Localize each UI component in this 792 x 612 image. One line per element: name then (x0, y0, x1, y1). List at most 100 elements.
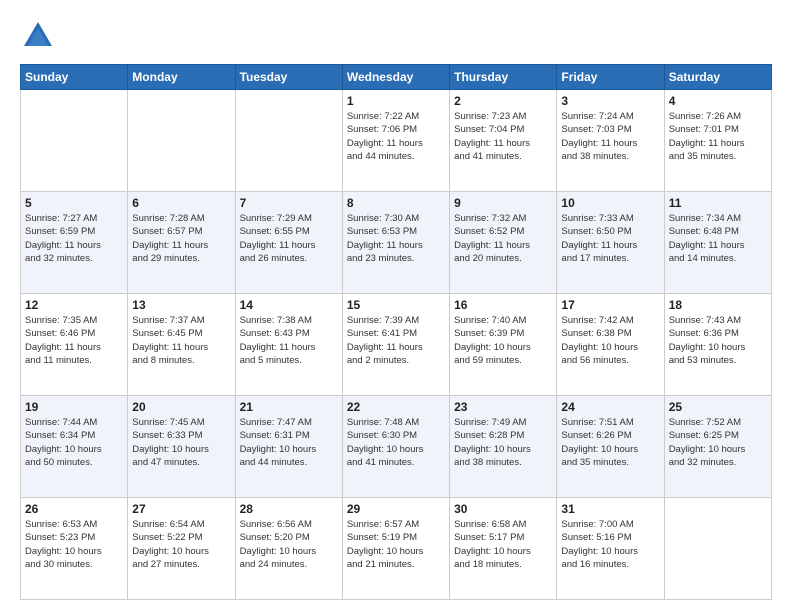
calendar-cell: 31 Sunrise: 7:00 AM Sunset: 5:16 PM Dayli… (557, 498, 664, 600)
day-number: 26 (25, 502, 123, 516)
calendar-cell: 26 Sunrise: 6:53 AM Sunset: 5:23 PM Dayli… (21, 498, 128, 600)
calendar-cell: 12 Sunrise: 7:35 AM Sunset: 6:46 PM Dayli… (21, 294, 128, 396)
day-info: Sunrise: 7:34 AM Sunset: 6:48 PM Dayligh… (669, 212, 767, 265)
day-number: 6 (132, 196, 230, 210)
day-info: Sunrise: 7:44 AM Sunset: 6:34 PM Dayligh… (25, 416, 123, 469)
day-info: Sunrise: 7:26 AM Sunset: 7:01 PM Dayligh… (669, 110, 767, 163)
day-info: Sunrise: 7:28 AM Sunset: 6:57 PM Dayligh… (132, 212, 230, 265)
day-number: 16 (454, 298, 552, 312)
day-info: Sunrise: 7:42 AM Sunset: 6:38 PM Dayligh… (561, 314, 659, 367)
calendar-cell: 25Sunrise: 7:52 AM Sunset: 6:25 PM Dayli… (664, 396, 771, 498)
calendar-cell: 7 Sunrise: 7:29 AM Sunset: 6:55 PM Daylig… (235, 192, 342, 294)
calendar-cell: 11 Sunrise: 7:34 AM Sunset: 6:48 PM Dayli… (664, 192, 771, 294)
day-number: 8 (347, 196, 445, 210)
calendar-cell: 23 Sunrise: 7:49 AM Sunset: 6:28 PM Dayli… (450, 396, 557, 498)
day-number: 10 (561, 196, 659, 210)
calendar-header: SundayMondayTuesdayWednesdayThursdayFrid… (21, 65, 772, 90)
day-info: Sunrise: 7:38 AM Sunset: 6:43 PM Dayligh… (240, 314, 338, 367)
calendar-cell: 20 Sunrise: 7:45 AM Sunset: 6:33 PM Dayli… (128, 396, 235, 498)
day-number: 18 (669, 298, 767, 312)
calendar-cell: 15Sunrise: 7:39 AM Sunset: 6:41 PM Dayli… (342, 294, 449, 396)
day-number: 2 (454, 94, 552, 108)
day-info: Sunrise: 6:56 AM Sunset: 5:20 PM Dayligh… (240, 518, 338, 571)
day-info: Sunrise: 7:24 AM Sunset: 7:03 PM Dayligh… (561, 110, 659, 163)
day-info: Sunrise: 7:29 AM Sunset: 6:55 PM Dayligh… (240, 212, 338, 265)
calendar-cell: 17 Sunrise: 7:42 AM Sunset: 6:38 PM Dayli… (557, 294, 664, 396)
calendar-cell: 10Sunrise: 7:33 AM Sunset: 6:50 PM Dayli… (557, 192, 664, 294)
logo-icon (20, 18, 56, 54)
day-number: 17 (561, 298, 659, 312)
calendar-cell: 4 Sunrise: 7:26 AM Sunset: 7:01 PM Daylig… (664, 90, 771, 192)
day-info: Sunrise: 7:47 AM Sunset: 6:31 PM Dayligh… (240, 416, 338, 469)
day-number: 3 (561, 94, 659, 108)
calendar-week-row: 1 Sunrise: 7:22 AM Sunset: 7:06 PM Daylig… (21, 90, 772, 192)
day-number: 25 (669, 400, 767, 414)
day-info: Sunrise: 7:43 AM Sunset: 6:36 PM Dayligh… (669, 314, 767, 367)
day-number: 13 (132, 298, 230, 312)
header-day: Wednesday (342, 65, 449, 90)
day-info: Sunrise: 6:58 AM Sunset: 5:17 PM Dayligh… (454, 518, 552, 571)
day-info: Sunrise: 7:37 AM Sunset: 6:45 PM Dayligh… (132, 314, 230, 367)
day-number: 4 (669, 94, 767, 108)
day-number: 23 (454, 400, 552, 414)
page: SundayMondayTuesdayWednesdayThursdayFrid… (0, 0, 792, 612)
day-number: 5 (25, 196, 123, 210)
calendar-cell: 9 Sunrise: 7:32 AM Sunset: 6:52 PM Daylig… (450, 192, 557, 294)
calendar-cell: 13 Sunrise: 7:37 AM Sunset: 6:45 PM Dayli… (128, 294, 235, 396)
calendar-cell: 27 Sunrise: 6:54 AM Sunset: 5:22 PM Dayli… (128, 498, 235, 600)
calendar-cell (128, 90, 235, 192)
day-number: 12 (25, 298, 123, 312)
day-info: Sunrise: 7:30 AM Sunset: 6:53 PM Dayligh… (347, 212, 445, 265)
calendar-week-row: 12 Sunrise: 7:35 AM Sunset: 6:46 PM Dayli… (21, 294, 772, 396)
calendar-cell (235, 90, 342, 192)
calendar-cell (664, 498, 771, 600)
header (20, 18, 772, 54)
calendar-cell: 6 Sunrise: 7:28 AM Sunset: 6:57 PM Daylig… (128, 192, 235, 294)
calendar-week-row: 19 Sunrise: 7:44 AM Sunset: 6:34 PM Dayli… (21, 396, 772, 498)
calendar-cell: 22 Sunrise: 7:48 AM Sunset: 6:30 PM Dayli… (342, 396, 449, 498)
day-number: 7 (240, 196, 338, 210)
day-info: Sunrise: 7:00 AM Sunset: 5:16 PM Dayligh… (561, 518, 659, 571)
day-number: 20 (132, 400, 230, 414)
calendar-week-row: 26 Sunrise: 6:53 AM Sunset: 5:23 PM Dayli… (21, 498, 772, 600)
calendar-body: 1 Sunrise: 7:22 AM Sunset: 7:06 PM Daylig… (21, 90, 772, 600)
day-info: Sunrise: 6:54 AM Sunset: 5:22 PM Dayligh… (132, 518, 230, 571)
calendar-cell: 5Sunrise: 7:27 AM Sunset: 6:59 PM Daylig… (21, 192, 128, 294)
calendar-cell: 29Sunrise: 6:57 AM Sunset: 5:19 PM Dayli… (342, 498, 449, 600)
day-number: 19 (25, 400, 123, 414)
header-day: Tuesday (235, 65, 342, 90)
calendar-cell: 3 Sunrise: 7:24 AM Sunset: 7:03 PM Daylig… (557, 90, 664, 192)
day-info: Sunrise: 7:45 AM Sunset: 6:33 PM Dayligh… (132, 416, 230, 469)
day-info: Sunrise: 6:57 AM Sunset: 5:19 PM Dayligh… (347, 518, 445, 571)
day-number: 28 (240, 502, 338, 516)
calendar-cell: 30Sunrise: 6:58 AM Sunset: 5:17 PM Dayli… (450, 498, 557, 600)
day-number: 22 (347, 400, 445, 414)
day-info: Sunrise: 7:49 AM Sunset: 6:28 PM Dayligh… (454, 416, 552, 469)
day-number: 21 (240, 400, 338, 414)
calendar-table: SundayMondayTuesdayWednesdayThursdayFrid… (20, 64, 772, 600)
day-number: 9 (454, 196, 552, 210)
day-info: Sunrise: 7:22 AM Sunset: 7:06 PM Dayligh… (347, 110, 445, 163)
day-number: 31 (561, 502, 659, 516)
calendar-cell: 1 Sunrise: 7:22 AM Sunset: 7:06 PM Daylig… (342, 90, 449, 192)
calendar-cell (21, 90, 128, 192)
header-day: Sunday (21, 65, 128, 90)
day-info: Sunrise: 7:23 AM Sunset: 7:04 PM Dayligh… (454, 110, 552, 163)
calendar-week-row: 5Sunrise: 7:27 AM Sunset: 6:59 PM Daylig… (21, 192, 772, 294)
calendar-cell: 19 Sunrise: 7:44 AM Sunset: 6:34 PM Dayli… (21, 396, 128, 498)
calendar-cell: 16Sunrise: 7:40 AM Sunset: 6:39 PM Dayli… (450, 294, 557, 396)
day-info: Sunrise: 7:32 AM Sunset: 6:52 PM Dayligh… (454, 212, 552, 265)
day-number: 27 (132, 502, 230, 516)
calendar-cell: 28 Sunrise: 6:56 AM Sunset: 5:20 PM Dayli… (235, 498, 342, 600)
calendar-cell: 18 Sunrise: 7:43 AM Sunset: 6:36 PM Dayli… (664, 294, 771, 396)
header-day: Friday (557, 65, 664, 90)
header-day: Monday (128, 65, 235, 90)
day-number: 1 (347, 94, 445, 108)
day-number: 11 (669, 196, 767, 210)
calendar-cell: 24Sunrise: 7:51 AM Sunset: 6:26 PM Dayli… (557, 396, 664, 498)
day-info: Sunrise: 7:39 AM Sunset: 6:41 PM Dayligh… (347, 314, 445, 367)
day-info: Sunrise: 6:53 AM Sunset: 5:23 PM Dayligh… (25, 518, 123, 571)
day-info: Sunrise: 7:48 AM Sunset: 6:30 PM Dayligh… (347, 416, 445, 469)
header-row: SundayMondayTuesdayWednesdayThursdayFrid… (21, 65, 772, 90)
day-info: Sunrise: 7:35 AM Sunset: 6:46 PM Dayligh… (25, 314, 123, 367)
